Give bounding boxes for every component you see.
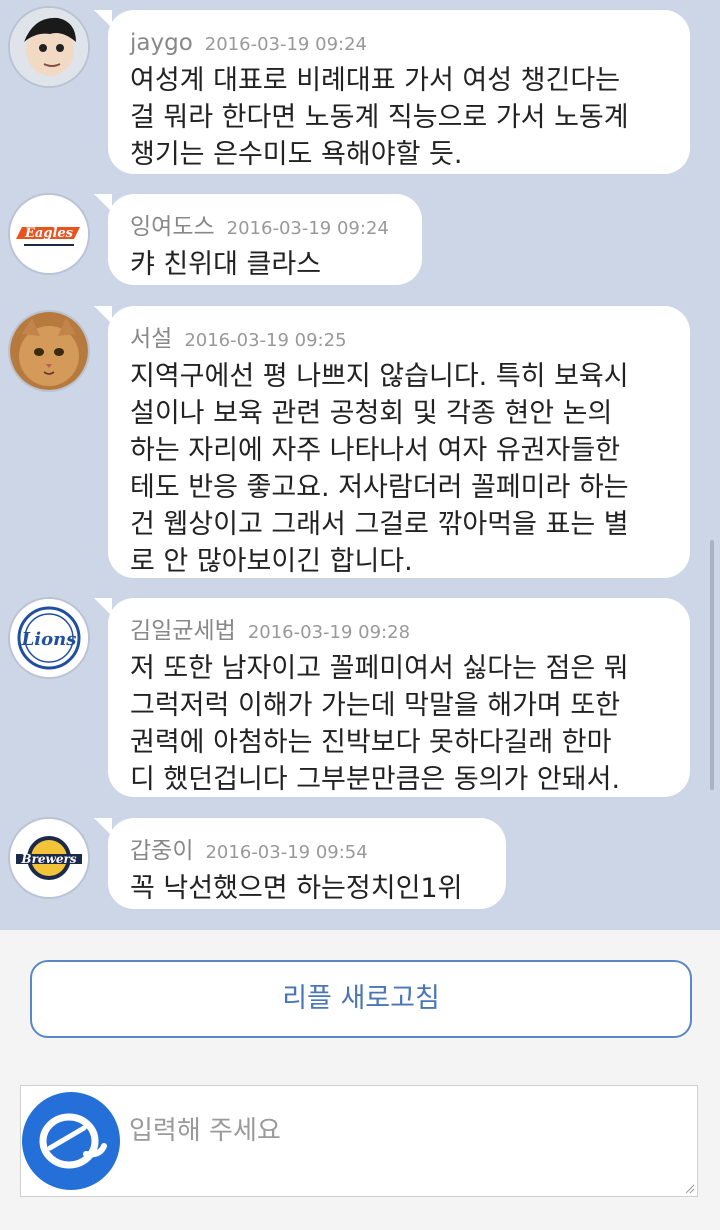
comment-input-placeholder: 입력해 주세요 (129, 1116, 281, 1146)
brewers-logo-text: Brewers (20, 852, 76, 866)
resize-handle-icon[interactable] (683, 1182, 695, 1194)
comment-time: 2016-03-19 09:54 (205, 842, 368, 863)
comment-text: 캬 친위대 클라스 (130, 249, 322, 280)
comment-time: 2016-03-19 09:28 (247, 622, 411, 643)
comment-input-area: 입력해 주세요 (0, 1070, 720, 1230)
comment-bubble: 잉여도스 2016-03-19 09:24 캬 친위대 클라스 (94, 194, 422, 285)
brewers-logo-icon[interactable]: Brewers (10, 819, 88, 897)
robot-avatar-icon[interactable] (10, 8, 88, 86)
comment-bubble: 김일균세법 2016-03-19 09:28 저 또한 남자이고 꼴페미여서 싫다… (94, 598, 690, 797)
refresh-comments-button[interactable]: 리플 새로고침 (30, 960, 692, 1038)
refresh-area: 리플 새로고침 (0, 930, 720, 1070)
comment-time: 2016-03-19 09:25 (184, 330, 347, 351)
comment-bubble: jaygo 2016-03-19 09:24 여성계 대표로 비례대표 가서 여성… (94, 10, 690, 174)
comment-text: 지역구에선 평 나쁘지 않습니다. 특히 보육시 설이나 보육 관련 공청회 및… (130, 361, 629, 577)
comment-text: 꼭 낙선했으면 하는정치인1위 (130, 873, 463, 904)
comment-time: 2016-03-19 09:24 (226, 218, 389, 239)
comment-text: 저 또한 남자이고 꼴페미여서 싫다는 점은 뭐 그럭저럭 이해가 가는데 막말… (130, 653, 629, 795)
lions-logo-text: Lions (21, 629, 77, 650)
comment-author[interactable]: 갑중이 (130, 838, 193, 864)
eagles-logo-icon[interactable]: Eagles (10, 195, 88, 273)
comment-input[interactable]: 입력해 주세요 (20, 1085, 698, 1197)
app-logo-icon[interactable] (22, 1092, 120, 1190)
lions-logo-icon[interactable]: Lions (10, 599, 88, 677)
comment-author[interactable]: 서설 (130, 326, 172, 352)
eagles-logo-text: Eagles (24, 226, 74, 241)
comment-author[interactable]: 잉여도스 (130, 214, 215, 240)
comment-list: jaygo 2016-03-19 09:24 여성계 대표로 비례대표 가서 여성… (0, 0, 720, 930)
comment-time: 2016-03-19 09:24 (204, 34, 367, 55)
cat-avatar-icon[interactable] (10, 312, 88, 390)
comment-author[interactable]: jaygo (130, 30, 193, 56)
comment-bubble: 서설 2016-03-19 09:25 지역구에선 평 나쁘지 않습니다. 특히 … (94, 306, 690, 578)
comment-author[interactable]: 김일균세법 (130, 618, 236, 644)
scrollbar[interactable] (710, 540, 714, 790)
comment-text: 여성계 대표로 비례대표 가서 여성 챙긴다는 걸 뭐라 한다면 노동계 직능으… (130, 65, 629, 170)
comment-bubble: 갑중이 2016-03-19 09:54 꼭 낙선했으면 하는정치인1위 (94, 818, 506, 909)
